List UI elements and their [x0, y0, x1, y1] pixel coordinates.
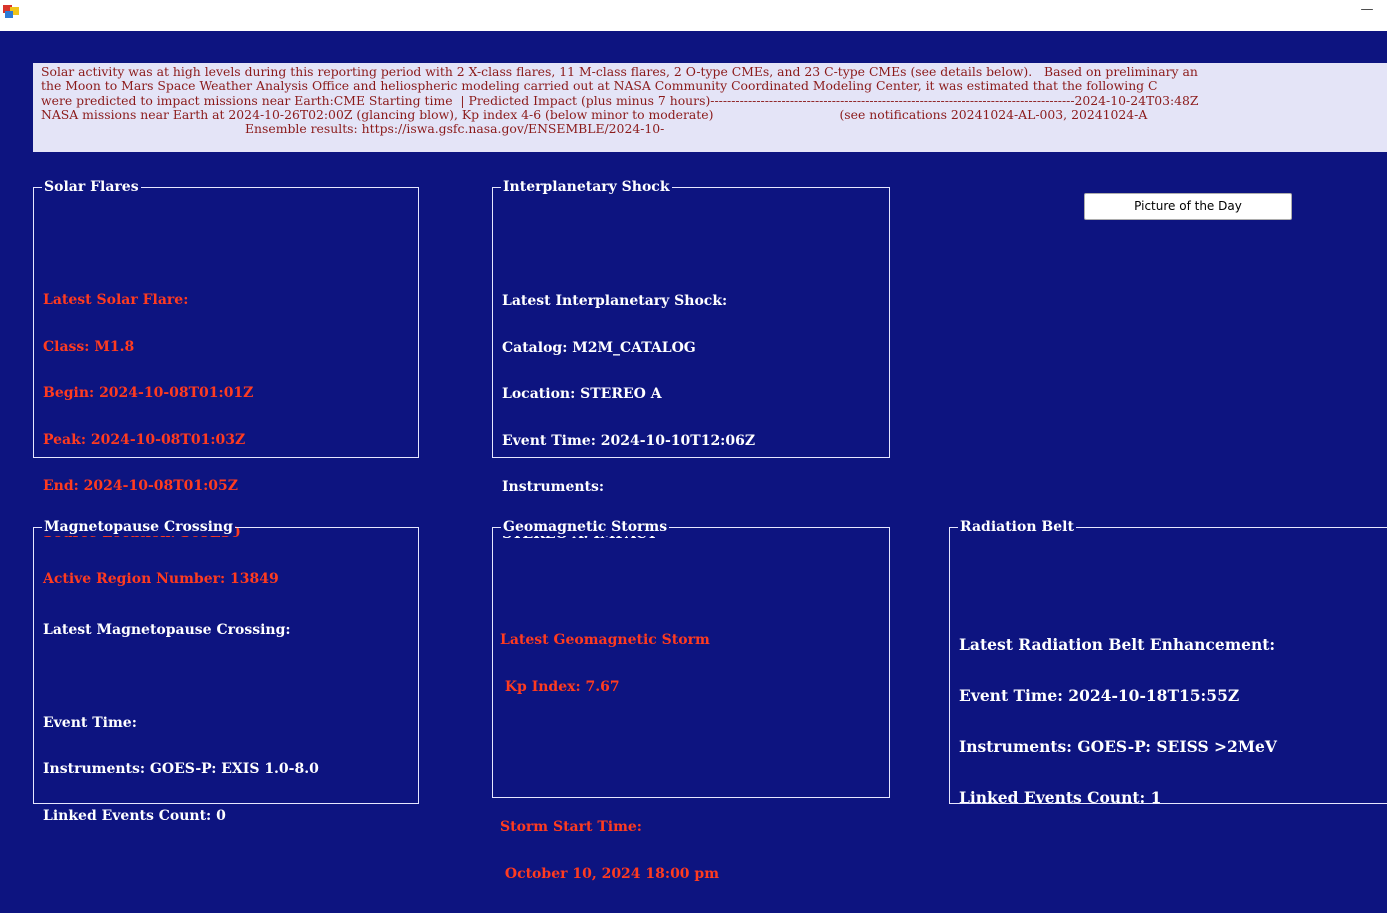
group-title: Magnetopause Crossing [42, 518, 235, 536]
title-bar: — [0, 0, 1387, 31]
summary-line: Ensemble results: https://iswa.gsfc.nasa… [245, 122, 665, 137]
shock-location: Location: STEREO A [502, 386, 662, 402]
magnetopause-instruments: Instruments: GOES-P: EXIS 1.0-8.0 [43, 761, 319, 777]
flare-heading: Latest Solar Flare: [43, 292, 189, 308]
geomagnetic-heading: Latest Geomagnetic Storm [500, 632, 710, 648]
picture-of-the-day-button[interactable]: Picture of the Day [1084, 193, 1292, 220]
flare-begin: Begin: 2024-10-08T01:01Z [43, 385, 254, 401]
radiation-heading: Latest Radiation Belt Enhancement: [959, 635, 1276, 654]
app-icon[interactable] [3, 5, 19, 19]
storm-start-value: October 10, 2024 18:00 pm [500, 865, 720, 882]
shock-heading: Latest Interplanetary Shock: [502, 293, 728, 309]
group-title: Radiation Belt [958, 518, 1076, 536]
magnetopause-event-time: Event Time: [43, 714, 137, 731]
summary-line: the Moon to Mars Space Weather Analysis … [41, 79, 1158, 94]
solar-flares-group: Solar Flares Latest Solar Flare: Class: … [33, 178, 419, 587]
magnetopause-heading: Latest Magnetopause Crossing: [43, 622, 291, 638]
activity-summary: Solar activity was at high levels during… [33, 63, 1387, 152]
group-title: Interplanetary Shock [501, 178, 672, 196]
interplanetary-shock-group: Interplanetary Shock Latest Interplaneta… [492, 178, 890, 541]
flare-end: End: 2024-10-08T01:05Z [43, 478, 239, 494]
radiation-belt-group: Radiation Belt Latest Radiation Belt Enh… [949, 518, 1387, 806]
summary-line: Solar activity was at high levels during… [41, 65, 1198, 79]
summary-line: NASA missions near Earth at 2024-10-26T0… [41, 107, 1148, 122]
shock-event-time: Event Time: 2024-10-10T12:06Z [502, 432, 756, 449]
magnetopause-linked-count: Linked Events Count: 0 [43, 807, 226, 824]
group-title: Solar Flares [42, 178, 141, 196]
geomagnetic-storms-group: Geomagnetic Storms Latest Geomagnetic St… [492, 518, 890, 881]
flare-class: Class: M1.8 [43, 338, 135, 355]
geomagnetic-details: Latest Geomagnetic Storm Kp Index: 7.67 … [500, 602, 719, 913]
magnetopause-crossing-group: Magnetopause Crossing Latest Magnetopaus… [33, 518, 419, 823]
summary-line: were predicted to impact missions near E… [41, 93, 1199, 108]
radiation-event-time: Event Time: 2024-10-18T15:55Z [959, 686, 1240, 705]
flare-peak: Peak: 2024-10-08T01:03Z [43, 431, 246, 448]
shock-catalog: Catalog: M2M_CATALOG [502, 339, 696, 356]
radiation-linked-count: Linked Events Count: 1 [959, 788, 1162, 807]
radiation-details: Latest Radiation Belt Enhancement: Event… [959, 602, 1277, 840]
magnetopause-details: Latest Magnetopause Crossing: Event Time… [43, 592, 319, 855]
group-title: Geomagnetic Storms [501, 518, 670, 536]
minimize-button[interactable]: — [1347, 0, 1387, 24]
shock-instruments: Instruments: [502, 479, 605, 495]
geomagnetic-kp: Kp Index: 7.67 [500, 678, 620, 695]
radiation-instruments: Instruments: GOES-P: SEISS >2MeV [959, 737, 1277, 756]
storm-start-label: Storm Start Time: [500, 819, 642, 835]
